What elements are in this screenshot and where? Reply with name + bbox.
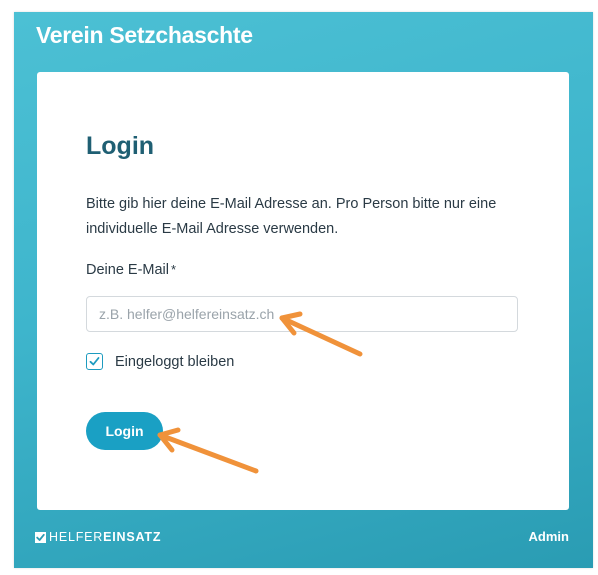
helfereinsatz-logo: HELFER EINSATZ	[35, 530, 161, 544]
email-label: Deine E-Mail *	[86, 262, 176, 278]
required-marker: *	[171, 262, 177, 277]
email-input[interactable]	[86, 296, 518, 332]
remember-me-label: Eingeloggt bleiben	[115, 353, 235, 370]
login-card: Login Bitte gib hier deine E-Mail Adress…	[37, 72, 569, 510]
checkmark-icon	[89, 357, 100, 366]
remember-me-checkbox[interactable]	[86, 353, 103, 370]
remember-me-control[interactable]: Eingeloggt bleiben	[86, 353, 234, 370]
brand-name-bold: EINSATZ	[103, 530, 162, 544]
login-instructions: Bitte gib hier deine E-Mail Adresse an. …	[86, 196, 497, 237]
app-frame: Verein Setzchaschte Login Bitte gib hier…	[14, 12, 593, 568]
checkmark-icon	[35, 531, 46, 543]
admin-link[interactable]: Admin	[529, 529, 569, 544]
app-title: Verein Setzchaschte	[36, 22, 253, 48]
email-label-text: Deine E-Mail	[86, 262, 169, 278]
login-button[interactable]: Login	[86, 412, 163, 450]
brand-name-light: HELFER	[49, 530, 104, 544]
login-title: Login	[86, 132, 155, 160]
